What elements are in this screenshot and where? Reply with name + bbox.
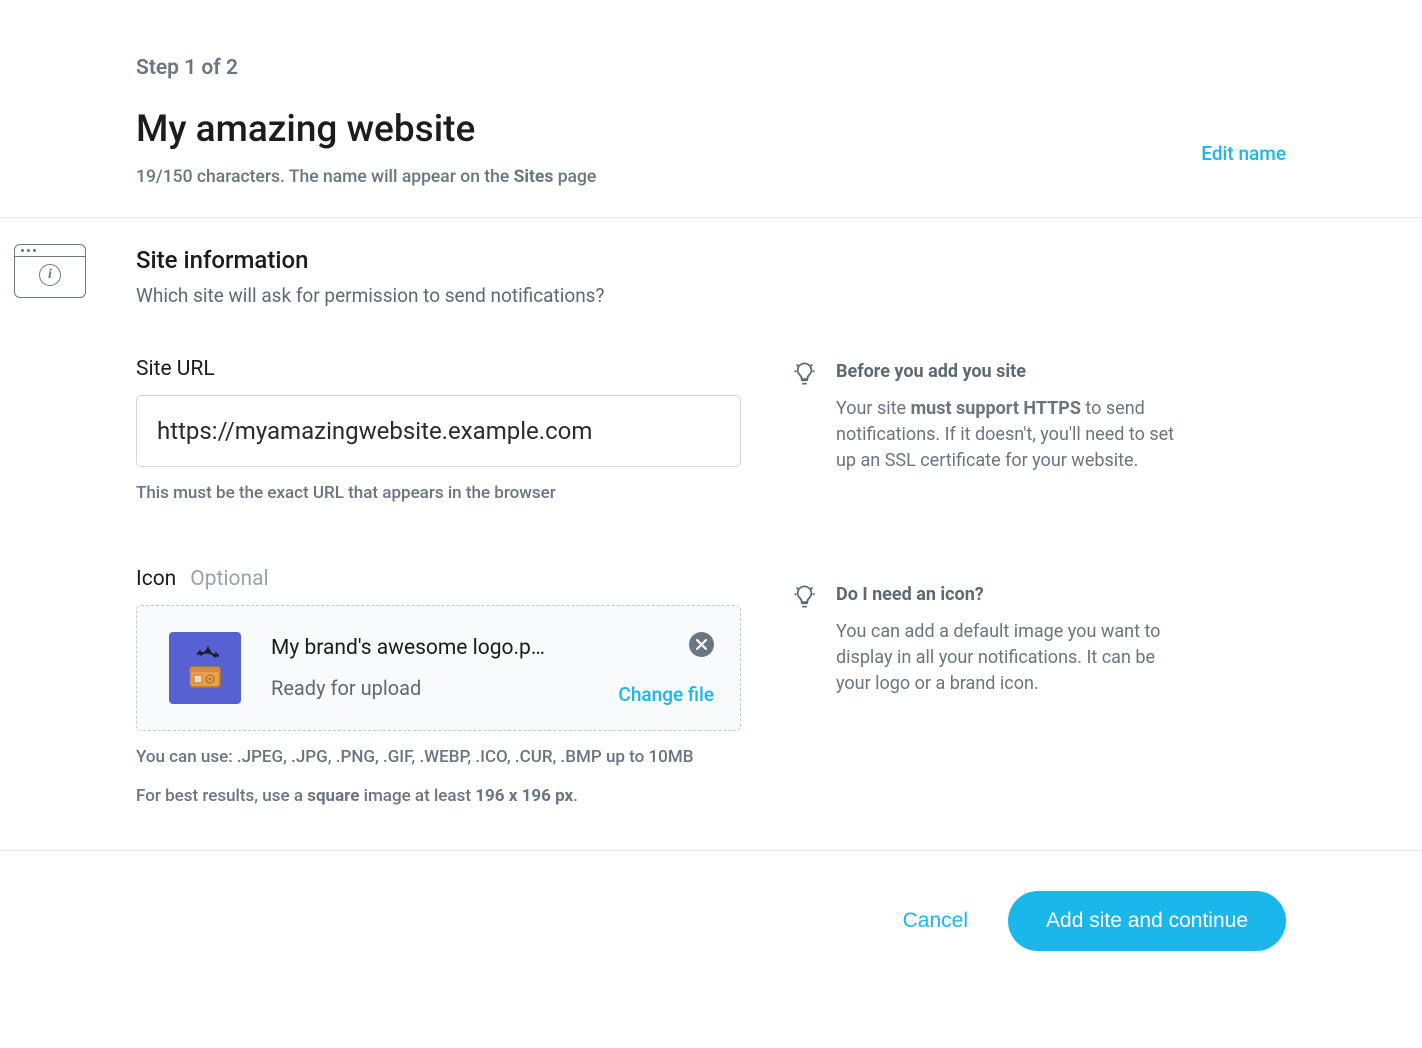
remove-file-button[interactable] bbox=[689, 632, 714, 657]
section-subtitle: Which site will ask for permission to se… bbox=[136, 284, 1286, 307]
add-site-continue-button[interactable]: Add site and continue bbox=[1008, 891, 1286, 951]
site-url-hint: This must be the exact URL that appears … bbox=[136, 481, 741, 507]
cancel-button[interactable]: Cancel bbox=[903, 909, 968, 933]
step-indicator: Step 1 of 2 bbox=[136, 56, 1286, 80]
tip-need-icon: Do I need an icon? You can add a default… bbox=[791, 584, 1286, 697]
page-title: My amazing website bbox=[136, 108, 1286, 151]
upload-size-hint: For best results, use a square image at … bbox=[136, 784, 741, 810]
lightbulb-icon bbox=[791, 360, 818, 387]
lightbulb-icon bbox=[791, 583, 818, 610]
site-url-label: Site URL bbox=[136, 357, 741, 381]
tip-text: You can add a default image you want to … bbox=[836, 619, 1186, 697]
edit-name-link[interactable]: Edit name bbox=[1201, 142, 1286, 165]
char-count-hint: 19/150 characters. The name will appear … bbox=[136, 167, 1286, 187]
tip-title: Before you add you site bbox=[836, 361, 1186, 382]
section-title: Site information bbox=[136, 246, 1286, 274]
optional-tag: Optional bbox=[190, 567, 268, 591]
tip-text: Your site must support HTTPS to send not… bbox=[836, 396, 1186, 474]
browser-info-icon: i bbox=[14, 244, 86, 298]
tip-title: Do I need an icon? bbox=[836, 584, 1186, 605]
icon-label: Icon Optional bbox=[136, 567, 741, 591]
upload-box: My brand's awesome logo.p… Ready for upl… bbox=[136, 605, 741, 731]
tip-before-add: Before you add you site Your site must s… bbox=[791, 361, 1286, 474]
upload-status: Ready for upload bbox=[271, 676, 659, 700]
upload-thumbnail bbox=[169, 632, 241, 704]
site-url-input[interactable] bbox=[136, 395, 741, 467]
upload-format-hint: You can use: .JPEG, .JPG, .PNG, .GIF, .W… bbox=[136, 745, 741, 771]
change-file-link[interactable]: Change file bbox=[618, 683, 714, 706]
upload-file-name: My brand's awesome logo.p… bbox=[271, 636, 551, 660]
